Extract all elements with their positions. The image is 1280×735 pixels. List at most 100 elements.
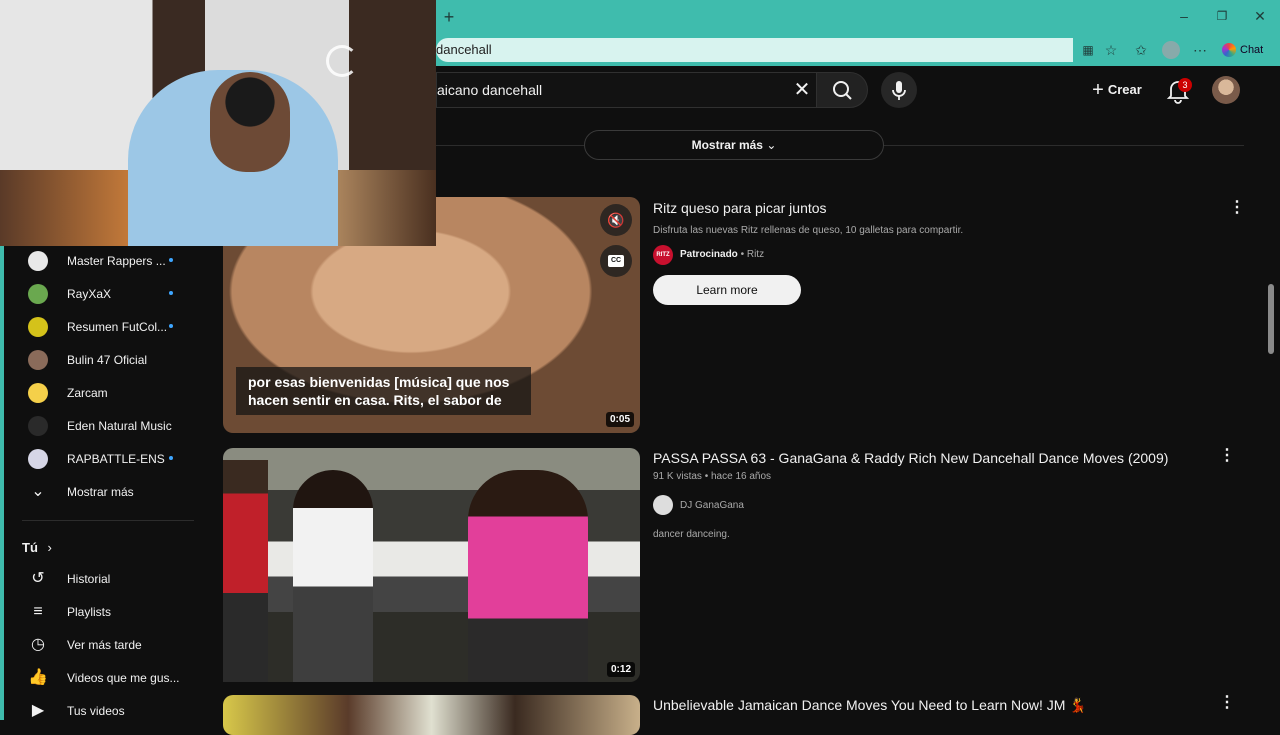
new-content-dot xyxy=(169,324,173,328)
advertiser-logo: RITZ xyxy=(653,245,673,265)
sidebar-item-your-videos[interactable]: ▶ Tus videos xyxy=(8,696,198,729)
channel-avatar xyxy=(28,284,48,304)
sidebar-item-label: Videos que me gus... xyxy=(67,671,180,685)
sidebar-divider xyxy=(22,520,194,521)
sidebar-subscription-5[interactable]: Eden Natural Music xyxy=(8,411,198,444)
address-bar[interactable]: dancehall xyxy=(436,38,1073,62)
video-title[interactable]: PASSA PASSA 63 - GanaGana & Raddy Rich N… xyxy=(653,450,1168,466)
sidebar-item-label: Historial xyxy=(67,572,111,586)
favorites-icon[interactable]: ✩ xyxy=(1133,40,1149,60)
ad-title[interactable]: Ritz queso para picar juntos xyxy=(653,200,827,216)
channel-name[interactable]: DJ GanaGana xyxy=(680,500,744,511)
subscription-label: Bulin 47 Oficial xyxy=(67,353,148,367)
subscription-label: RAPBATTLE-ENS xyxy=(67,452,165,466)
sidebar-subscription-0[interactable]: Master Rappers ... xyxy=(8,246,198,279)
ad-sponsor-line: Patrocinado • Ritz xyxy=(680,249,765,260)
sidebar-subscription-1[interactable]: RayXaX xyxy=(8,279,198,312)
notification-badge: 3 xyxy=(1178,78,1192,92)
video-thumbnail[interactable] xyxy=(223,695,640,735)
sidebar-item-label: Playlists xyxy=(67,605,112,619)
sidebar: Master Rappers ... RayXaX Resumen FutCol… xyxy=(0,246,205,720)
sidebar-item-playlists[interactable]: ≡ Playlists xyxy=(8,597,198,630)
webcam-person-head xyxy=(210,72,290,172)
mute-button[interactable]: 🔇 xyxy=(600,204,632,236)
new-content-dot xyxy=(169,291,173,295)
view-count: 91 K vistas xyxy=(653,471,702,482)
thumbnail-detail xyxy=(468,470,588,682)
muted-speaker-icon: 🔇 xyxy=(607,212,625,228)
chevron-down-icon: ⌄ xyxy=(766,138,777,152)
thumbnail-detail xyxy=(293,470,373,682)
learn-more-button[interactable]: Learn more xyxy=(653,275,801,305)
voice-search-button[interactable] xyxy=(881,72,917,108)
subscription-label: Eden Natural Music xyxy=(67,419,172,433)
scrollbar-thumb[interactable] xyxy=(1268,284,1274,354)
sidebar-item-history[interactable]: ↺ Historial xyxy=(8,564,198,597)
create-button[interactable]: + Crear xyxy=(1080,72,1154,108)
clear-search-icon[interactable]: ✕ xyxy=(792,78,812,102)
playlists-icon: ≡ xyxy=(33,603,43,620)
subscription-label: Master Rappers ... xyxy=(67,254,166,268)
channel-avatar xyxy=(28,350,48,370)
close-window-icon[interactable]: ✕ xyxy=(1252,6,1268,26)
page-scrollbar[interactable] xyxy=(1266,66,1280,720)
subscription-label: Zarcam xyxy=(67,386,108,400)
new-content-dot xyxy=(169,258,173,262)
sidebar-item-watch-later[interactable]: ◷ Ver más tarde xyxy=(8,630,198,663)
sidebar-item-liked-videos[interactable]: 👍 Videos que me gus... xyxy=(8,663,198,696)
url-text: dancehall xyxy=(436,42,492,57)
webcam-overlay xyxy=(0,0,436,246)
channel-avatar xyxy=(28,416,48,436)
new-tab-button[interactable]: + xyxy=(441,7,457,27)
subscription-label: RayXaX xyxy=(67,287,112,301)
copilot-chat-button[interactable]: Chat xyxy=(1222,40,1263,60)
channel-avatar xyxy=(28,317,48,337)
your-videos-icon: ▶ xyxy=(31,702,45,719)
liked-icon: 👍 xyxy=(28,669,48,686)
video-stats: 91 K vistas • hace 16 años xyxy=(653,471,772,482)
channel-avatar xyxy=(28,251,48,271)
more-actions-icon[interactable]: ⋮ xyxy=(1217,444,1237,468)
subscription-label: Resumen FutCol... xyxy=(67,320,168,334)
favorite-star-icon[interactable]: ☆ xyxy=(1103,40,1119,60)
video-title[interactable]: Unbelievable Jamaican Dance Moves You Ne… xyxy=(653,697,1087,714)
duration-badge: 0:12 xyxy=(607,662,636,677)
search-input[interactable]: aicano dancehall xyxy=(436,72,816,108)
more-actions-icon[interactable]: ⋮ xyxy=(1227,196,1247,220)
sponsored-label: Patrocinado xyxy=(680,249,738,260)
watch-later-icon: ◷ xyxy=(31,636,45,653)
more-actions-icon[interactable]: ⋮ xyxy=(1217,691,1237,715)
video-caption: por esas bienvenidas [música] que nos ha… xyxy=(236,367,531,415)
captions-icon: CC xyxy=(608,255,624,267)
sidebar-subscription-3[interactable]: Bulin 47 Oficial xyxy=(8,345,198,378)
channel-avatar xyxy=(28,383,48,403)
more-options-icon[interactable]: ⋯ xyxy=(1192,40,1208,60)
apps-icon[interactable]: ▦ xyxy=(1080,40,1096,60)
sidebar-subscription-4[interactable]: Zarcam xyxy=(8,378,198,411)
search-button[interactable] xyxy=(816,72,868,108)
microphone-icon xyxy=(892,81,906,100)
account-avatar[interactable] xyxy=(1212,76,1240,104)
sidebar-subscription-2[interactable]: Resumen FutCol... xyxy=(8,312,198,345)
channel-avatar[interactable] xyxy=(653,495,673,515)
search-query: aicano dancehall xyxy=(437,82,543,98)
show-more-label: Mostrar más xyxy=(67,485,134,499)
sidebar-you-header[interactable]: Tú › xyxy=(22,538,52,558)
sidebar-subscription-6[interactable]: RAPBATTLE-ENS xyxy=(8,444,198,477)
history-icon: ↺ xyxy=(31,570,45,587)
show-more-label: Mostrar más xyxy=(691,138,763,152)
search-icon xyxy=(833,81,852,100)
show-more-button[interactable]: Mostrar más ⌄ xyxy=(584,130,884,160)
restore-icon[interactable]: ❐ xyxy=(1214,6,1230,26)
profile-icon[interactable] xyxy=(1162,41,1180,59)
captions-button[interactable]: CC xyxy=(600,245,632,277)
sidebar-show-more[interactable]: ⌄ Mostrar más xyxy=(8,477,198,510)
new-content-dot xyxy=(169,456,173,460)
chevron-right-icon: › xyxy=(47,540,52,555)
channel-avatar xyxy=(28,449,48,469)
loading-spinner-icon xyxy=(326,45,358,77)
minimize-icon[interactable]: – xyxy=(1176,6,1192,26)
duration-badge: 0:05 xyxy=(605,412,634,427)
plus-icon: + xyxy=(1092,79,1104,101)
upload-age: hace 16 años xyxy=(710,471,772,482)
